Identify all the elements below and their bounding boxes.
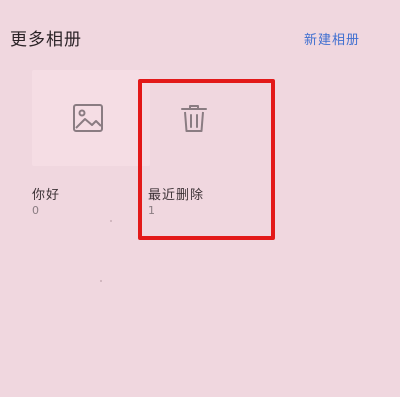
image-icon — [73, 104, 103, 132]
album-name: 你好 — [32, 188, 61, 203]
album-count: 0 — [32, 204, 39, 217]
album-card-nihao[interactable]: 你好 0 — [32, 70, 150, 217]
speck — [100, 280, 102, 282]
new-album-link[interactable]: 新建相册 — [304, 29, 360, 48]
speck — [110, 220, 112, 222]
album-thumbnail[interactable] — [32, 70, 150, 166]
more-albums-title: 更多相册 — [10, 30, 82, 50]
highlight-box — [138, 79, 275, 240]
